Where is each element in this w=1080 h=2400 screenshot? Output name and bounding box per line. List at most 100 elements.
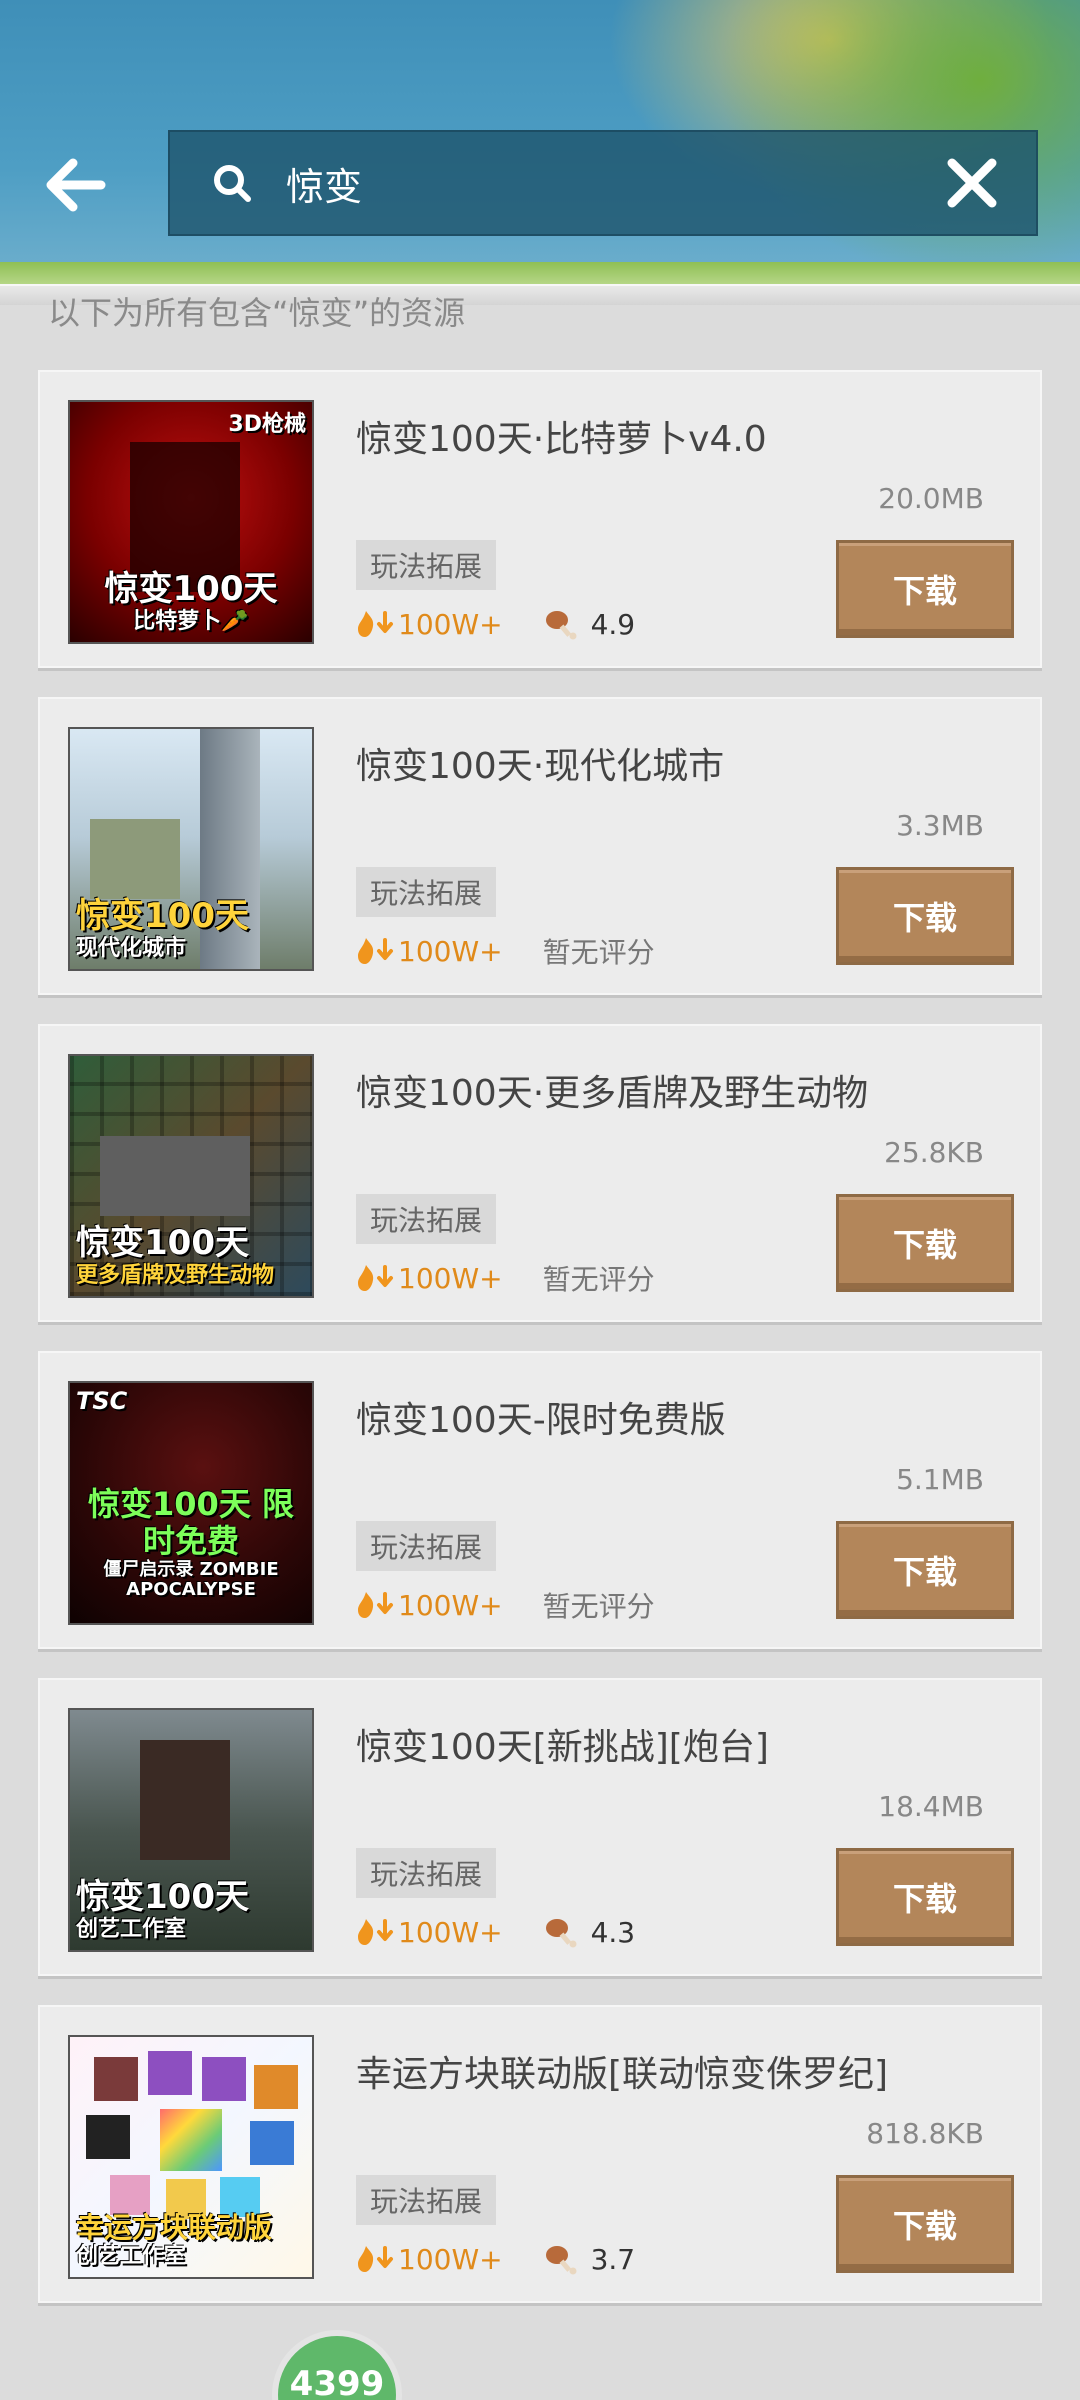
file-size: 818.8KB	[866, 2117, 984, 2150]
download-count: 100W+	[356, 935, 503, 968]
rating-value: 4.9	[590, 607, 636, 641]
search-result-hint: 以下为所有包含“惊变”的资源	[48, 294, 466, 328]
hot-download-icon	[358, 1919, 393, 1945]
header	[0, 0, 1080, 305]
back-button[interactable]	[30, 140, 120, 230]
item-title[interactable]: 惊变100天·比特萝卜v4.0	[356, 410, 767, 462]
file-size: 25.8KB	[884, 1136, 984, 1169]
download-count-value: 100W+	[398, 607, 503, 641]
floating-4399-badge[interactable]: 4399	[272, 2330, 402, 2400]
back-arrow-icon	[46, 158, 106, 212]
item-title[interactable]: 幸运方块联动版[联动惊变侏罗纪]	[356, 2045, 888, 2097]
download-count-value: 100W+	[398, 1588, 503, 1622]
file-size: 3.3MB	[896, 809, 984, 842]
rating: 4.3	[543, 1915, 636, 1949]
hot-download-icon	[358, 1265, 393, 1291]
download-count: 100W+	[356, 608, 503, 641]
thumbnail-subtitle: 僵尸启示录 ZOMBIE APOCALYPSE	[103, 1558, 279, 1601]
file-size: 18.4MB	[878, 1790, 984, 1823]
thumbnail-image: 惊变100天 更多盾牌及野生动物	[68, 1054, 314, 1298]
header-grass-strip	[0, 262, 1080, 284]
thumbnail-subtitle: 比特萝卜🥕	[133, 608, 249, 634]
thumbnail-image: 惊变100天 创艺工作室	[68, 1708, 314, 1952]
rating-value: 暂无评分	[542, 1263, 655, 1296]
result-list: 3D枪械 惊变100天 比特萝卜🥕 惊变100天·比特萝卜v4.0 20.0MB…	[38, 370, 1042, 2332]
item-stats: 100W+ 暂无评分	[356, 1256, 655, 1300]
drumstick-icon	[545, 611, 577, 640]
thumbnail-image: 幸运方块联动版 创艺工作室	[68, 2035, 314, 2279]
download-button[interactable]: 下载	[836, 540, 1014, 638]
item-stats: 100W+ 暂无评分	[356, 929, 655, 973]
rating-value: 暂无评分	[542, 1590, 655, 1623]
hot-download-icon	[358, 2246, 393, 2272]
search-bar[interactable]	[168, 130, 1038, 236]
thumbnail-subtitle: 更多盾牌及野生动物	[76, 1262, 275, 1288]
list-item[interactable]: 惊变100天 现代化城市 惊变100天·现代化城市 3.3MB 玩法拓展 100…	[38, 697, 1042, 995]
thumbnail-badge: TSC	[76, 1387, 128, 1415]
thumbnail-subtitle: 创艺工作室	[76, 1916, 187, 1942]
thumbnail-subtitle: 创艺工作室	[76, 2243, 187, 2269]
thumbnail-image: 3D枪械 惊变100天 比特萝卜🥕	[68, 400, 314, 644]
item-stats: 100W+ 4.9	[356, 602, 635, 646]
rating: 暂无评分	[543, 1258, 655, 1298]
download-button[interactable]: 下载	[836, 2175, 1014, 2273]
category-tag: 玩法拓展	[356, 1194, 497, 1244]
category-tag: 玩法拓展	[356, 2175, 497, 2225]
rating: 4.9	[543, 607, 636, 641]
list-item[interactable]: 惊变100天 创艺工作室 惊变100天[新挑战][炮台] 18.4MB 玩法拓展…	[38, 1678, 1042, 1976]
drumstick-icon	[545, 1919, 577, 1948]
search-icon	[192, 161, 272, 205]
item-stats: 100W+ 4.3	[356, 1910, 635, 1954]
list-item[interactable]: 幸运方块联动版 创艺工作室 幸运方块联动版[联动惊变侏罗纪] 818.8KB 玩…	[38, 2005, 1042, 2303]
thumbnail-title: 惊变100天	[104, 568, 278, 609]
search-input[interactable]	[272, 161, 922, 205]
hot-download-icon	[358, 611, 393, 637]
download-button[interactable]: 下载	[836, 1848, 1014, 1946]
thumbnail-title: 惊变100天	[76, 1876, 249, 1917]
rating: 暂无评分	[543, 1585, 655, 1625]
download-count: 100W+	[356, 1262, 503, 1295]
hot-download-icon	[358, 938, 393, 964]
thumbnail-title: 幸运方块联动版	[76, 2210, 273, 2244]
download-button[interactable]: 下载	[836, 1194, 1014, 1292]
rating: 暂无评分	[543, 931, 655, 971]
rating-value: 4.3	[590, 1915, 636, 1949]
clear-search-button[interactable]	[922, 133, 1022, 233]
thumbnail-title: 惊变100天	[76, 1222, 249, 1263]
drumstick-icon	[545, 2246, 577, 2275]
item-title[interactable]: 惊变100天[新挑战][炮台]	[356, 1718, 769, 1770]
thumbnail-title: 惊变100天 限时免费	[88, 1485, 294, 1560]
list-item[interactable]: 惊变100天 更多盾牌及野生动物 惊变100天·更多盾牌及野生动物 25.8KB…	[38, 1024, 1042, 1322]
close-icon	[947, 158, 997, 208]
list-item[interactable]: 3D枪械 惊变100天 比特萝卜🥕 惊变100天·比特萝卜v4.0 20.0MB…	[38, 370, 1042, 668]
item-title[interactable]: 惊变100天·更多盾牌及野生动物	[356, 1064, 868, 1116]
category-tag: 玩法拓展	[356, 1521, 497, 1571]
item-title[interactable]: 惊变100天-限时免费版	[356, 1391, 726, 1443]
item-title[interactable]: 惊变100天·现代化城市	[356, 737, 724, 789]
item-stats: 100W+ 3.7	[356, 2237, 635, 2281]
hot-download-icon	[358, 1592, 393, 1618]
category-tag: 玩法拓展	[356, 867, 497, 917]
thumbnail-image: TSC 惊变100天 限时免费 僵尸启示录 ZOMBIE APOCALYPSE	[68, 1381, 314, 1625]
rating-value: 暂无评分	[542, 936, 655, 969]
download-count-value: 100W+	[398, 934, 503, 968]
rating-value: 3.7	[590, 2242, 636, 2276]
download-count-value: 100W+	[398, 2242, 503, 2276]
item-stats: 100W+ 暂无评分	[356, 1583, 655, 1627]
download-count: 100W+	[356, 1916, 503, 1949]
thumbnail-subtitle: 现代化城市	[76, 935, 187, 961]
file-size: 5.1MB	[896, 1463, 984, 1496]
download-button[interactable]: 下载	[836, 1521, 1014, 1619]
file-size: 20.0MB	[878, 482, 984, 515]
download-count: 100W+	[356, 2243, 503, 2276]
category-tag: 玩法拓展	[356, 1848, 497, 1898]
rating: 3.7	[543, 2242, 636, 2276]
download-count: 100W+	[356, 1589, 503, 1622]
download-count-value: 100W+	[398, 1915, 503, 1949]
download-count-value: 100W+	[398, 1261, 503, 1295]
thumbnail-badge: 3D枪械	[228, 412, 306, 437]
download-button[interactable]: 下载	[836, 867, 1014, 965]
category-tag: 玩法拓展	[356, 540, 497, 590]
thumbnail-image: 惊变100天 现代化城市	[68, 727, 314, 971]
list-item[interactable]: TSC 惊变100天 限时免费 僵尸启示录 ZOMBIE APOCALYPSE …	[38, 1351, 1042, 1649]
